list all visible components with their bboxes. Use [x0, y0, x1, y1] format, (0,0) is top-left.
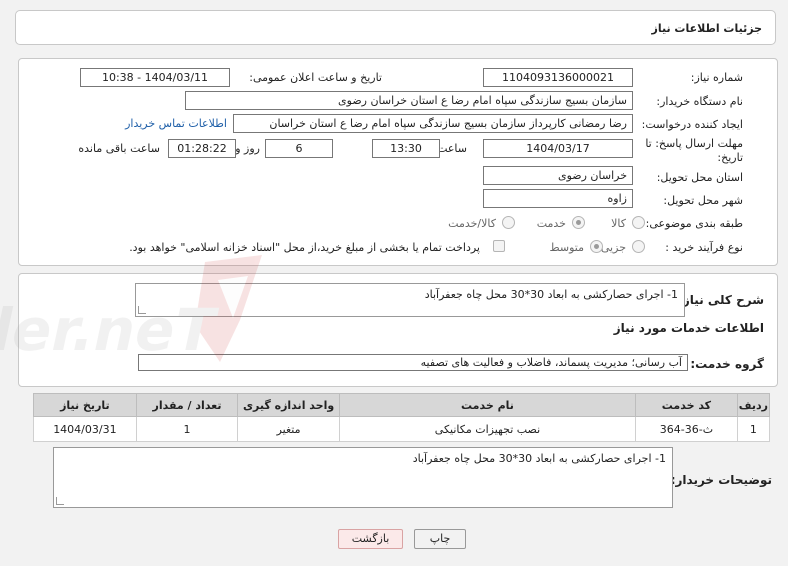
buyer-notes-label: توضیحات خریدار: [670, 473, 772, 487]
remaining-time-field: 01:28:22 [168, 139, 236, 158]
resize-grip-icon[interactable] [138, 306, 146, 314]
category-radio-goods[interactable] [632, 216, 645, 229]
summary-textarea: 1- اجرای حصارکشی به ابعاد 30*30 محل چاه … [135, 283, 685, 317]
province-label: استان محل تحویل: [656, 171, 743, 184]
service-group-field: آب رسانی؛ مدیریت پسماند، فاضلاب و فعالیت… [138, 354, 688, 371]
buyer-contact-link[interactable]: اطلاعات تماس خریدار [125, 117, 227, 130]
col-unit: واحد اندازه گیری [237, 393, 340, 417]
summary-label: شرح کلی نیاز: [678, 293, 764, 307]
page-title: جزئیات اطلاعات نیاز [651, 22, 763, 35]
buyer-org-field: سازمان بسیج سازندگی سپاه امام رضا ع استا… [185, 91, 633, 110]
deadline-time-label: ساعت [437, 142, 467, 155]
announce-label: تاریخ و ساعت اعلان عمومی: [249, 71, 382, 84]
info-panel [18, 58, 778, 266]
services-table: ردیف کد خدمت نام خدمت واحد اندازه گیری ت… [33, 393, 771, 442]
city-label: شهر محل تحویل: [663, 194, 743, 207]
cell-code: ث-36-364 [635, 416, 738, 442]
cell-unit: متغیر [237, 416, 340, 442]
resize-grip-icon[interactable] [56, 497, 64, 505]
deadline-label-1: مهلت ارسال پاسخ: تا [645, 137, 743, 150]
treasury-checkbox-label: پرداخت تمام یا بخشی از مبلغ خرید،از محل … [129, 241, 480, 254]
buyer-notes-text: 1- اجرای حصارکشی به ابعاد 30*30 محل چاه … [412, 452, 666, 465]
col-name: نام خدمت [338, 393, 637, 417]
creator-field: رضا رمضانی کارپرداز سازمان بسیج سازندگی … [233, 114, 633, 133]
purchase-option-minor: جزیی [600, 241, 626, 254]
cell-qty: 1 [135, 416, 239, 442]
category-radio-service[interactable] [572, 216, 585, 229]
category-option-goods: کالا [611, 217, 626, 230]
category-option-service: خدمت [536, 217, 566, 230]
need-number-label: شماره نیاز: [690, 71, 743, 84]
province-field: خراسان رضوی [483, 166, 633, 185]
city-field: زاوه [483, 189, 633, 208]
cell-name: نصب تجهیزات مکانیکی [338, 416, 637, 442]
col-code: کد خدمت [635, 393, 738, 417]
category-option-goods-service: کالا/خدمت [448, 217, 496, 230]
services-title: اطلاعات خدمات مورد نیاز [613, 321, 764, 335]
purchase-radio-minor[interactable] [632, 240, 645, 253]
table-row: 1 ث-36-364 نصب تجهیزات مکانیکی متغیر 1 1… [33, 416, 771, 442]
col-date: تاریخ نیاز [33, 393, 137, 417]
days-field: 6 [265, 139, 333, 158]
buyer-org-label: نام دستگاه خریدار: [656, 95, 743, 108]
back-button[interactable]: بازگشت [338, 529, 403, 549]
deadline-date-field: 1404/03/17 [483, 139, 633, 158]
buyer-notes-textarea: 1- اجرای حصارکشی به ابعاد 30*30 محل چاه … [53, 447, 673, 508]
days-label: روز و [235, 142, 260, 155]
header-panel: جزئیات اطلاعات نیاز [15, 10, 776, 45]
purchase-radio-medium[interactable] [590, 240, 603, 253]
creator-label: ایجاد کننده درخواست: [641, 118, 743, 131]
col-row: ردیف [736, 393, 771, 417]
need-number-field: 1104093136000021 [483, 68, 633, 87]
col-qty: تعداد / مقدار [135, 393, 239, 417]
summary-text: 1- اجرای حصارکشی به ابعاد 30*30 محل چاه … [424, 288, 678, 301]
print-button[interactable]: چاپ [414, 529, 466, 549]
category-label: طبقه بندی موضوعی: [645, 217, 743, 230]
deadline-label-2: تاریخ: [717, 151, 743, 164]
service-group-label: گروه خدمت: [690, 357, 764, 371]
deadline-time-field: 13:30 [372, 139, 440, 158]
treasury-checkbox[interactable] [493, 240, 505, 252]
purchase-type-label: نوع فرآیند خرید : [665, 241, 743, 254]
purchase-option-medium: متوسط [549, 241, 584, 254]
announce-field: 1404/03/11 - 10:38 [80, 68, 230, 87]
category-radio-goods-service[interactable] [502, 216, 515, 229]
table-header-row: ردیف کد خدمت نام خدمت واحد اندازه گیری ت… [33, 393, 771, 417]
remaining-label: ساعت باقی مانده [78, 142, 160, 155]
cell-row: 1 [736, 416, 771, 442]
cell-date: 1404/03/31 [33, 416, 137, 442]
